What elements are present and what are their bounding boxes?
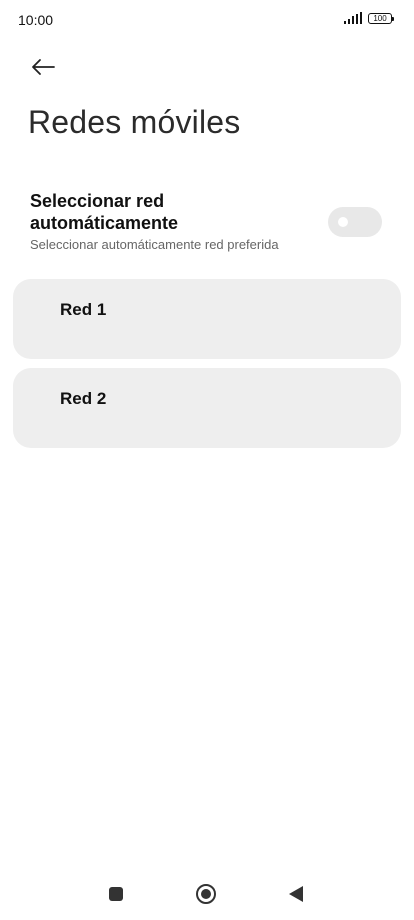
signal-icon <box>343 12 362 24</box>
network-item-red-1[interactable]: Red 1 <box>13 279 401 359</box>
network-label: Red 2 <box>60 389 107 408</box>
page-title: Redes móviles <box>28 104 241 140</box>
auto-select-subtitle: Seleccionar automáticamente red preferid… <box>30 237 279 252</box>
back-icon[interactable] <box>289 886 303 902</box>
network-label: Red 1 <box>60 300 107 319</box>
recents-icon[interactable] <box>109 887 123 901</box>
auto-select-title: Seleccionar red automáticamente <box>30 191 179 233</box>
auto-select-toggle[interactable] <box>328 207 382 237</box>
auto-select-network-row[interactable]: Seleccionar red automáticamente Seleccio… <box>30 190 390 260</box>
status-icons: 100 <box>343 12 394 24</box>
home-icon[interactable] <box>196 884 216 904</box>
battery-icon: 100 <box>368 12 394 24</box>
back-arrow-icon <box>32 59 55 75</box>
navigation-bar <box>0 875 414 915</box>
back-button[interactable] <box>26 50 60 84</box>
status-bar: 10:00 100 <box>0 0 414 40</box>
status-time: 10:00 <box>18 12 54 28</box>
network-item-red-2[interactable]: Red 2 <box>13 368 401 448</box>
toggle-knob <box>338 217 348 227</box>
